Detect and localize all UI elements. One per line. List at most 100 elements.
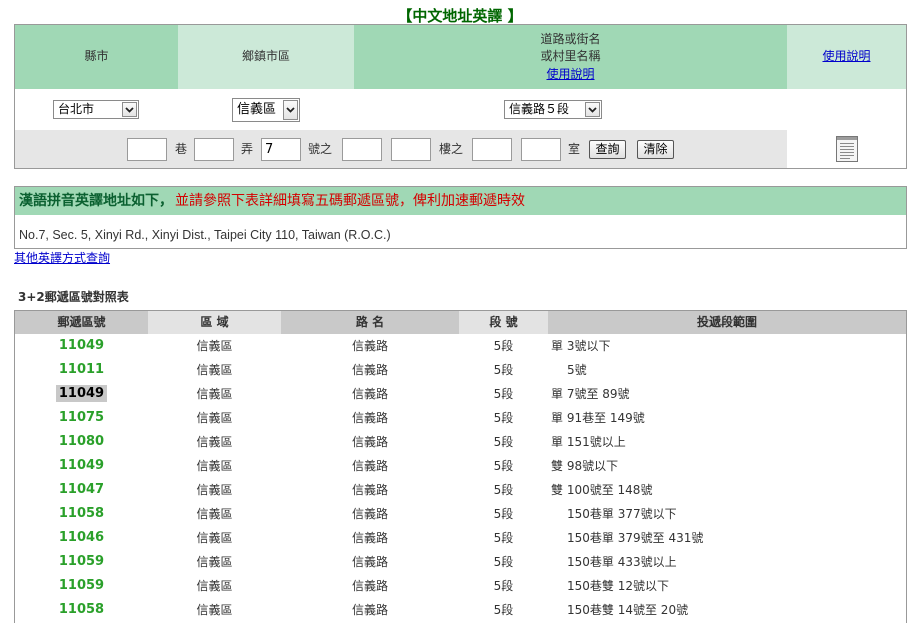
road-help-link[interactable]: 使用說明 — [546, 66, 594, 84]
alley-label: 弄 — [241, 142, 254, 156]
help-link[interactable]: 使用說明 — [822, 48, 870, 66]
section-cell: 5段 — [493, 507, 514, 521]
zip-code-cell: 11049 — [15, 454, 148, 478]
area-cell: 信義區 — [196, 363, 233, 377]
table-row: 11080 信義區 信義路 5段 單 151號以上 — [15, 430, 906, 454]
room-input[interactable] — [521, 138, 561, 161]
section-cell: 5段 — [493, 579, 514, 593]
form-header-row: 縣市 鄉鎮市區 道路或街名 或村里名稱 使用說明 使用說明 — [15, 25, 906, 89]
county-select[interactable]: 台北市 — [53, 100, 139, 119]
area-cell: 信義區 — [196, 459, 233, 473]
page-title: 【中文地址英譯 】 — [397, 7, 523, 25]
result-note: 並請參照下表詳細填寫五碼郵遞區號，俾利加速郵遞時效 — [175, 193, 525, 209]
section-cell: 5段 — [493, 555, 514, 569]
zip-code-cell: 11046 — [15, 526, 148, 550]
table-row: 11049 信義區 信義路 5段 單 7號至 89號 — [15, 382, 906, 406]
range-cell: 150巷單 377號以下 — [567, 507, 677, 521]
lane-label: 巷 — [175, 142, 188, 156]
area-cell: 信義區 — [196, 531, 233, 545]
table-row: 11075 信義區 信義路 5段 單 91巷至 149號 — [15, 406, 906, 430]
area-cell: 信義區 — [196, 579, 233, 593]
floor-input[interactable] — [391, 138, 431, 161]
road-cell: 信義路 — [351, 531, 388, 545]
lane-input[interactable] — [127, 138, 167, 161]
range-cell: 單 7號至 89號 — [551, 387, 630, 401]
column-header-section: 段 號 — [459, 311, 548, 334]
zip-code-cell: 11011 — [15, 358, 148, 382]
range-cell: 150巷雙 14號至 20號 — [567, 603, 689, 617]
result-heading: 漢語拼音英譯地址如下， — [19, 193, 173, 209]
range-cell: 雙 100號至 148號 — [551, 483, 653, 497]
section-cell: 5段 — [493, 411, 514, 425]
chevron-down-icon[interactable] — [585, 102, 600, 117]
address-form: 縣市 鄉鎮市區 道路或街名 或村里名稱 使用說明 使用說明 台北市 信義區 信義… — [14, 24, 907, 169]
alley-input[interactable] — [194, 138, 234, 161]
table-row: 11047 信義區 信義路 5段 雙 100號至 148號 — [15, 478, 906, 502]
road-cell: 信義路 — [351, 483, 388, 497]
table-row: 11059 信義區 信義路 5段 150巷雙 12號以下 — [15, 574, 906, 598]
district-select[interactable]: 信義區 — [232, 98, 300, 122]
zip-code: 11046 — [58, 530, 105, 545]
area-cell: 信義區 — [196, 435, 233, 449]
range-cell: 150巷單 433號以上 — [567, 555, 677, 569]
english-address: No.7, Sec. 5, Xinyi Rd., Xinyi Dist., Ta… — [19, 228, 391, 242]
zip-code: 11059 — [58, 554, 105, 569]
area-cell: 信義區 — [196, 555, 233, 569]
zip-code: 11047 — [58, 482, 105, 497]
road-cell: 信義路 — [351, 555, 388, 569]
table-row: 11049 信義區 信義路 5段 單 3號以下 — [15, 334, 906, 358]
zip-code-cell: 11049 — [15, 382, 148, 406]
column-header-zip: 郵遞區號 — [15, 311, 148, 334]
section-cell: 5段 — [493, 363, 514, 377]
column-header-range: 投遞段範圍 — [548, 311, 906, 334]
table-row: 11058 信義區 信義路 5段 150巷雙 14號至 20號 — [15, 598, 906, 622]
zip-code-cell: 11047 — [15, 478, 148, 502]
section-cell: 5段 — [493, 483, 514, 497]
range-cell: 5號 — [567, 363, 587, 377]
range-cell: 單 91巷至 149號 — [551, 411, 645, 425]
section-cell: 5段 — [493, 603, 514, 617]
area-cell: 信義區 — [196, 603, 233, 617]
road-cell: 信義路 — [351, 363, 388, 377]
road-cell: 信義路 — [351, 459, 388, 473]
section-cell: 5段 — [493, 459, 514, 473]
zip-table-header: 郵遞區號 區 域 路 名 段 號 投遞段範圍 — [15, 311, 906, 334]
road-cell: 信義路 — [351, 435, 388, 449]
header-help: 使用說明 — [787, 25, 906, 89]
section-cell: 5段 — [493, 387, 514, 401]
area-cell: 信義區 — [196, 507, 233, 521]
zip-code: 11049 — [55, 385, 108, 402]
document-icon[interactable] — [835, 136, 858, 162]
zip-code-cell: 11059 — [15, 550, 148, 574]
number-label: 號之 — [308, 142, 333, 156]
zip-code: 11049 — [58, 338, 105, 353]
other-translation-link[interactable]: 其他英譯方式查詢 — [14, 251, 110, 266]
result-header: 漢語拼音英譯地址如下， 並請參照下表詳細填寫五碼郵遞區號，俾利加速郵遞時效 — [15, 187, 906, 215]
zip-code: 11058 — [58, 602, 105, 617]
road-cell: 信義路 — [351, 339, 388, 353]
zip-code-cell: 11080 — [15, 430, 148, 454]
range-cell: 150巷雙 12號以下 — [567, 579, 669, 593]
header-county: 縣市 — [15, 25, 178, 89]
chevron-down-icon[interactable] — [283, 100, 298, 120]
range-cell: 150巷單 379號至 431號 — [567, 531, 704, 545]
road-select[interactable]: 信義路５段 — [504, 100, 602, 119]
header-district-label: 鄉鎮市區 — [241, 49, 290, 64]
clear-button[interactable]: 清除 — [637, 140, 674, 159]
floor-label: 樓之 — [439, 142, 464, 156]
sub-number-input[interactable] — [342, 138, 382, 161]
section-cell: 5段 — [493, 339, 514, 353]
sub-floor-input[interactable] — [472, 138, 512, 161]
road-cell: 信義路 — [351, 411, 388, 425]
translation-result: 漢語拼音英譯地址如下， 並請參照下表詳細填寫五碼郵遞區號，俾利加速郵遞時效 No.… — [14, 186, 907, 249]
table-row: 11058 信義區 信義路 5段 150巷單 377號以下 — [15, 502, 906, 526]
chevron-down-icon[interactable] — [122, 102, 137, 117]
query-button[interactable]: 查詢 — [589, 140, 626, 159]
column-header-road: 路 名 — [281, 311, 459, 334]
road-cell: 信義路 — [351, 387, 388, 401]
zip-table-body: 11049 信義區 信義路 5段單 3號以下 11011 信義區 信義路 5段 5號 11049 信… — [15, 334, 906, 622]
table-row: 11059 信義區 信義路 5段 150巷單 433號以上 — [15, 550, 906, 574]
area-cell: 信義區 — [196, 387, 233, 401]
number-input[interactable] — [261, 138, 301, 161]
road-cell: 信義路 — [351, 603, 388, 617]
